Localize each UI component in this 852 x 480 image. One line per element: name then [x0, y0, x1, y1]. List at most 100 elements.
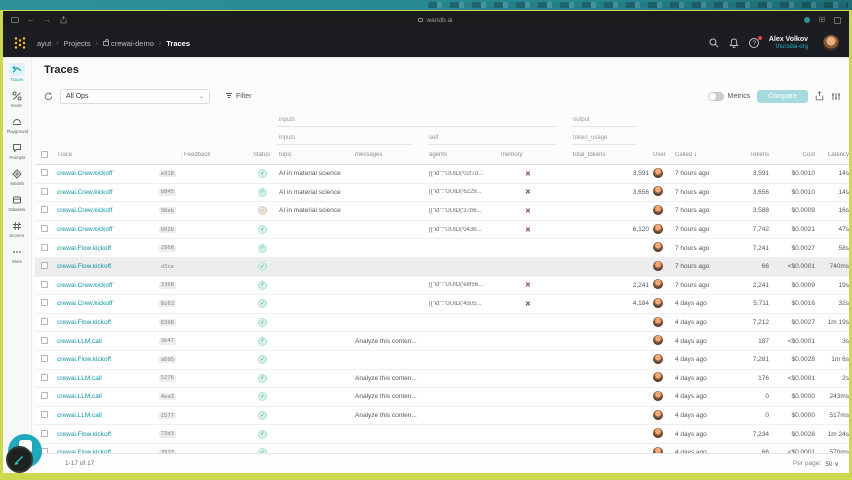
- table-row[interactable]: crewai.Crew.kickoff 3368 ✓ [{"id":"UUID('e8…: [35, 276, 849, 296]
- search-icon[interactable]: [709, 38, 720, 49]
- breadcrumb-project[interactable]: crewai-demo: [102, 38, 154, 48]
- share-icon[interactable]: [59, 16, 67, 24]
- address-bar[interactable]: wandb.ai: [67, 17, 804, 24]
- refresh-icon[interactable]: [44, 92, 53, 101]
- manage-columns-icon[interactable]: [831, 92, 841, 101]
- trace-name-link[interactable]: crewai.Flow.kickoff: [57, 356, 111, 363]
- col-header-topic[interactable]: topic: [277, 152, 353, 158]
- export-icon[interactable]: [815, 91, 824, 101]
- breadcrumb-user[interactable]: ayut: [37, 39, 51, 48]
- table-row[interactable]: crewai.LLM.call 1577 ✓ Analyze this conten.…: [35, 406, 849, 426]
- trace-name-link[interactable]: crewai.Flow.kickoff: [57, 431, 111, 438]
- table-row[interactable]: crewai.LLM.call 5276 ✓ Analyze this conten.…: [35, 369, 849, 389]
- notifications-bell-icon[interactable]: [729, 38, 740, 49]
- row-checkbox[interactable]: [41, 355, 48, 363]
- row-checkbox[interactable]: [41, 225, 48, 233]
- sidebar-item-models[interactable]: Models: [3, 167, 31, 186]
- table-row[interactable]: crewai.Flow.kickoff 6398 ✓ 4 days ago 7,212 $…: [35, 313, 849, 333]
- row-checkbox[interactable]: [41, 336, 48, 344]
- col-header-total-tokens[interactable]: total_tokens: [571, 152, 651, 158]
- trace-name-link[interactable]: crewai.LLM.call: [57, 338, 102, 345]
- trace-name-link[interactable]: crewai.Crew.kickoff: [57, 282, 113, 289]
- trace-name-link[interactable]: crewai.Crew.kickoff: [57, 189, 113, 196]
- row-checkbox-cell: [35, 225, 55, 234]
- row-checkbox[interactable]: [41, 187, 48, 195]
- sidebar-item-prompts[interactable]: Prompts: [3, 141, 31, 160]
- trace-name-link[interactable]: crewai.Crew.kickoff: [57, 170, 113, 177]
- user-org[interactable]: thursdai-org: [769, 44, 808, 51]
- col-header-status[interactable]: Status: [251, 152, 277, 158]
- row-user-avatar: [653, 335, 663, 346]
- table-row[interactable]: crewai.Flow.kickoff 3933 ✓ 4 days ago 66 <$0.…: [35, 443, 849, 453]
- table-row[interactable]: crewai.Crew.kickoff 8c63 ✓ [{"id":"UUID('45…: [35, 295, 849, 314]
- user-avatar[interactable]: [823, 35, 839, 51]
- sidebar-item-evals[interactable]: Evals: [3, 89, 31, 108]
- row-checkbox[interactable]: [41, 318, 48, 326]
- row-checkbox[interactable]: [41, 206, 48, 214]
- trace-name-link[interactable]: crewai.Crew.kickoff: [57, 300, 113, 307]
- table-row[interactable]: crewai.Flow.kickoff d3ce ✓ 7 hours ago 66 <$0…: [35, 257, 849, 277]
- back-icon[interactable]: ←: [27, 16, 35, 24]
- col-header-tokens[interactable]: Tokens: [741, 152, 771, 158]
- row-user-avatar: [653, 372, 663, 383]
- row-checkbox[interactable]: [41, 373, 48, 381]
- table-row[interactable]: crewai.Crew.kickoff 98ab ○ AI in material s…: [35, 202, 849, 221]
- ops-filter-select[interactable]: All Ops ⌄: [60, 88, 210, 104]
- table-row[interactable]: crewai.Crew.kickoff b02b ✓ [{"id":"UUID('04…: [35, 220, 849, 240]
- trace-name-link[interactable]: crewai.Flow.kickoff: [57, 319, 111, 326]
- sidebar-item-more[interactable]: More: [3, 245, 31, 264]
- col-header-latency[interactable]: Latency: [817, 152, 849, 158]
- wandb-logo[interactable]: [13, 36, 27, 50]
- col-header-feedback[interactable]: Feedback: [181, 152, 251, 158]
- per-page-select[interactable]: 50 ∨: [825, 460, 839, 468]
- table-row[interactable]: crewai.Flow.kickoff a695 ✓ 4 days ago 7,281 $…: [35, 350, 849, 370]
- trace-name-link[interactable]: crewai.Flow.kickoff: [57, 245, 111, 252]
- row-checkbox[interactable]: [41, 280, 48, 288]
- row-checkbox[interactable]: [41, 243, 48, 251]
- sidebar-item-playground[interactable]: Playground: [3, 115, 31, 134]
- table-row[interactable]: crewai.Flow.kickoff 2968 ✓ 7 hours ago 7,241…: [35, 239, 849, 258]
- table-row[interactable]: crewai.Crew.kickoff b845 ✓ AI in material s…: [35, 183, 849, 203]
- col-header-cost[interactable]: Cost: [771, 152, 817, 158]
- sidebar-item-datasets[interactable]: Datasets: [3, 193, 31, 212]
- compare-button[interactable]: Compare: [757, 89, 808, 103]
- user-menu[interactable]: Alex Volkov thursdai-org: [769, 36, 808, 51]
- row-checkbox[interactable]: [41, 299, 48, 307]
- extension-icon[interactable]: [804, 17, 810, 23]
- filter-button[interactable]: Filter: [225, 92, 252, 100]
- trace-name-link[interactable]: crewai.LLM.call: [57, 375, 102, 382]
- trace-name-link[interactable]: crewai.LLM.call: [57, 393, 102, 400]
- table-row[interactable]: crewai.Flow.kickoff 73d3 ✓ 4 days ago 7,234 $…: [35, 425, 849, 444]
- select-all-checkbox[interactable]: [41, 150, 48, 158]
- trace-name-link[interactable]: crewai.Crew.kickoff: [57, 207, 113, 214]
- trace-name-link[interactable]: crewai.Crew.kickoff: [57, 226, 113, 233]
- row-checkbox[interactable]: [41, 429, 48, 437]
- help-icon[interactable]: ?: [749, 35, 762, 49]
- cost-cell: $0.0000: [791, 412, 816, 420]
- sidebar-toggle-icon[interactable]: [11, 17, 19, 23]
- trace-name-link[interactable]: crewai.LLM.call: [57, 412, 102, 419]
- col-header-agents[interactable]: agents: [427, 152, 499, 158]
- table-row[interactable]: crewai.Crew.kickoff e918 ✓ AI in material s…: [35, 165, 849, 184]
- row-checkbox[interactable]: [41, 262, 48, 270]
- table-row[interactable]: crewai.LLM.call 3b47 ✓ Analyze this conten.…: [35, 332, 849, 351]
- forward-icon[interactable]: →: [43, 16, 51, 24]
- col-header-called[interactable]: Called ↓: [673, 152, 741, 158]
- new-tab-icon[interactable]: [834, 16, 841, 24]
- col-header-memory[interactable]: memory: [499, 152, 571, 158]
- table-row[interactable]: crewai.LLM.call 4ea3 ✓ Analyze this conten.…: [35, 388, 849, 407]
- row-checkbox[interactable]: [41, 392, 48, 400]
- called-cell: 4 days ago: [675, 430, 707, 438]
- sidebar-item-traces[interactable]: Traces: [3, 63, 31, 82]
- sort-desc-icon[interactable]: ↓: [694, 152, 697, 158]
- sidebar-item-scorers[interactable]: Scorers: [3, 219, 31, 238]
- row-checkbox[interactable]: [41, 169, 48, 177]
- col-header-user[interactable]: User: [651, 152, 673, 158]
- breadcrumb-projects[interactable]: Projects: [64, 39, 91, 48]
- trace-name-link[interactable]: crewai.Flow.kickoff: [57, 263, 111, 270]
- row-checkbox[interactable]: [41, 411, 48, 419]
- col-header-messages[interactable]: messages: [353, 152, 427, 158]
- apps-grid-icon[interactable]: ⊞: [818, 16, 826, 24]
- col-header-trace[interactable]: Trace: [55, 152, 181, 158]
- metrics-toggle[interactable]: [707, 91, 724, 101]
